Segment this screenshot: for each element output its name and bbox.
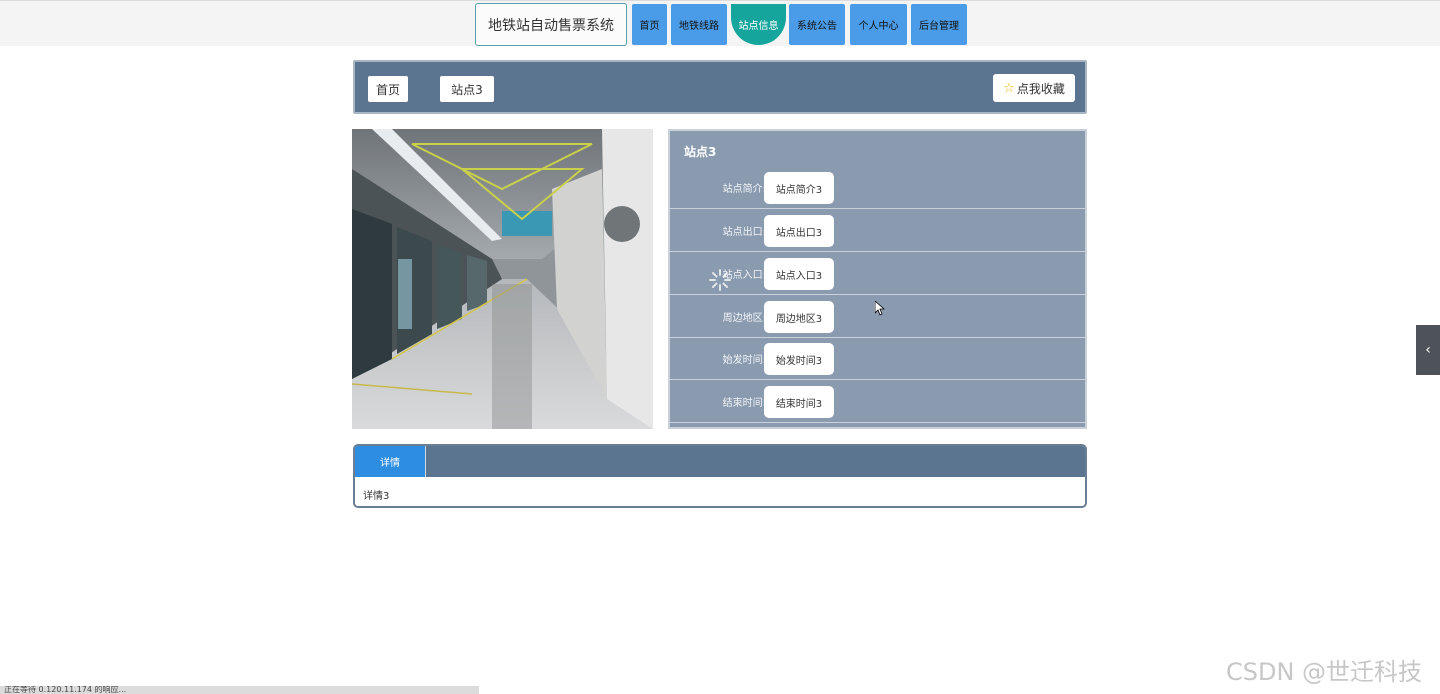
info-label: 周边地区: (722, 313, 766, 324)
station-photo (352, 129, 653, 429)
detail-content: 详情3 (363, 491, 390, 502)
info-label: 结束时间: (722, 398, 766, 409)
tab-detail[interactable]: 详情 (355, 446, 426, 477)
browser-status-bar: 正在等待 0.120.11.174 的响应... (0, 686, 479, 694)
info-value: 站点简介3 (764, 172, 834, 204)
info-row-end-time: 结束时间: 结束时间3 (670, 380, 1085, 423)
breadcrumb: 首页 站点3 ☆ 点我收藏 (353, 60, 1087, 114)
info-value: 站点入口3 (764, 258, 834, 290)
mouse-cursor-icon (875, 301, 885, 316)
nav-home[interactable]: 首页 (632, 4, 667, 45)
top-navigation-bar: 地铁站自动售票系统 首页 地铁线路 站点信息 系统公告 个人中心 后台管理 (0, 0, 1440, 46)
info-label: 始发时间: (722, 355, 766, 366)
loading-spinner-icon (709, 269, 731, 291)
favorite-label: 点我收藏 (1016, 81, 1065, 96)
nav-admin[interactable]: 后台管理 (911, 4, 967, 45)
nav-metro-lines[interactable]: 地铁线路 (671, 4, 727, 45)
nav-station-info[interactable]: 站点信息 (731, 4, 786, 45)
info-row-entrance: 站点入口: 站点入口3 (670, 252, 1085, 295)
info-label: 站点简介: (722, 184, 766, 195)
site-title[interactable]: 地铁站自动售票系统 (475, 3, 627, 46)
station-name: 站点3 (684, 145, 717, 159)
detail-section: 详情 详情3 (353, 444, 1087, 508)
info-value: 站点出口3 (764, 215, 834, 247)
favorite-button[interactable]: ☆ 点我收藏 (993, 74, 1075, 102)
detail-tab-bar: 详情 (355, 446, 1085, 477)
nav-announcements[interactable]: 系统公告 (789, 4, 845, 45)
info-row-intro: 站点简介: 站点简介3 (670, 166, 1085, 209)
info-label: 站点出口: (722, 227, 766, 238)
info-value: 结束时间3 (764, 386, 834, 418)
watermark: CSDN @世迁科技 (1226, 658, 1423, 686)
breadcrumb-home[interactable]: 首页 (368, 76, 408, 102)
chevron-left-icon: ‹ (1425, 342, 1431, 358)
breadcrumb-current: 站点3 (440, 76, 494, 102)
info-row-start-time: 始发时间: 始发时间3 (670, 337, 1085, 380)
side-panel-toggle[interactable]: ‹ (1416, 325, 1440, 375)
info-value: 始发时间3 (764, 343, 834, 375)
info-value: 周边地区3 (764, 301, 834, 333)
star-icon: ☆ (1003, 80, 1015, 96)
info-row-exit: 站点出口: 站点出口3 (670, 209, 1085, 252)
nav-personal-center[interactable]: 个人中心 (850, 4, 907, 45)
